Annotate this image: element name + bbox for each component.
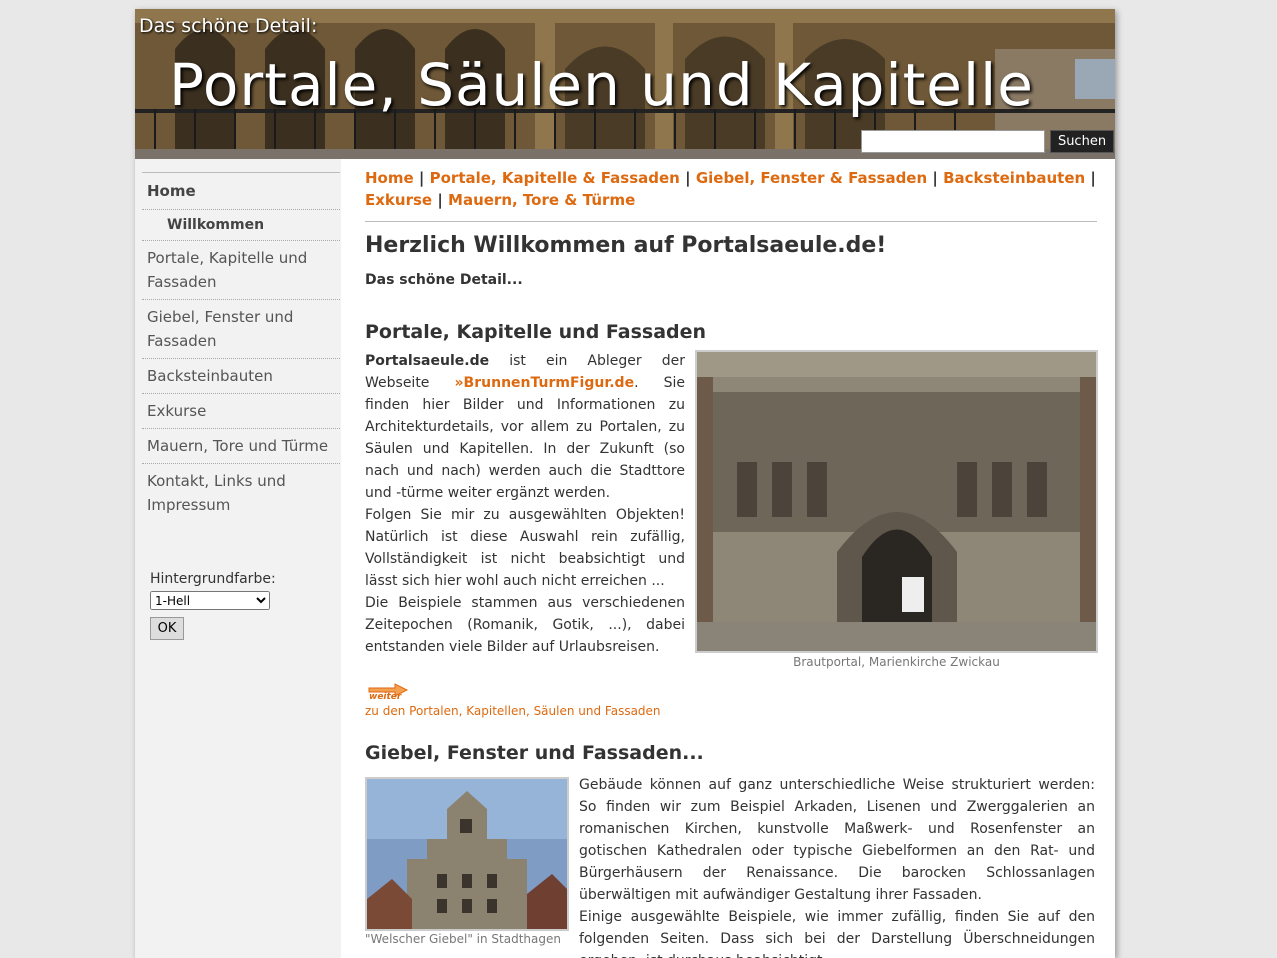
intro-text-d: Die Beispiele stammen aus verschiedenen … — [365, 595, 685, 655]
top-nav-exkurse[interactable]: Exkurse — [365, 191, 432, 209]
top-nav-portale[interactable]: Portale, Kapitelle & Fassaden — [430, 169, 680, 187]
sidebar: Home Willkommen Portale, Kapitelle und F… — [135, 159, 341, 958]
giebel-text-b: Einige ausgewählte Beispiele, wie immer … — [579, 909, 1095, 958]
brunnenturmfigur-link[interactable]: »BrunnenTurmFigur.de — [455, 375, 635, 391]
page-subtitle: Das schöne Detail... — [365, 272, 523, 288]
background-color-select[interactable]: 1-Hell — [150, 591, 270, 610]
weiter-link[interactable]: zu den Portalen, Kapitellen, Säulen und … — [365, 704, 661, 718]
background-color-ok-button[interactable]: OK — [150, 617, 184, 640]
sidebar-item-kontakt[interactable]: Kontakt, Links und Impressum — [142, 463, 340, 522]
portal-figure: Brautportal, Marienkirche Zwickau — [695, 350, 1098, 669]
section-giebel-text: Gebäude können auf ganz unterschiedliche… — [579, 774, 1095, 958]
top-nav-home[interactable]: Home — [365, 169, 414, 187]
background-color-widget: Hintergrundfarbe: 1-Hell OK — [150, 571, 276, 640]
sidebar-item-portale[interactable]: Portale, Kapitelle und Fassaden — [142, 240, 340, 299]
sidebar-item-backsteinbauten[interactable]: Backsteinbauten — [142, 358, 340, 393]
giebel-figure: "Welscher Giebel" in Stadthagen — [365, 777, 569, 946]
search-input[interactable] — [861, 130, 1045, 153]
top-nav-separator: | — [685, 169, 691, 187]
sidebar-item-giebel[interactable]: Giebel, Fenster und Fassaden — [142, 299, 340, 358]
section-portale-heading: Portale, Kapitelle und Fassaden — [365, 321, 707, 343]
intro-text-b: . Sie finden hier Bilder und Information… — [365, 375, 685, 501]
portal-image[interactable] — [695, 350, 1098, 653]
background-color-label: Hintergrundfarbe: — [150, 571, 276, 587]
sidebar-item-willkommen[interactable]: Willkommen — [142, 209, 340, 240]
search-button[interactable]: Suchen — [1050, 130, 1114, 153]
section-giebel-heading: Giebel, Fenster und Fassaden... — [365, 742, 704, 764]
header-kicker: Das schöne Detail: — [139, 15, 318, 37]
section-portale: Portale, Kapitelle und Fassaden Portalsa… — [365, 321, 1098, 669]
section-portale-text: Portalsaeule.de ist ein Ableger der Webs… — [365, 350, 685, 658]
giebel-caption: "Welscher Giebel" in Stadthagen — [365, 932, 561, 946]
weiter-label: weiter — [369, 692, 402, 702]
intro-text-c: Folgen Sie mir zu ausgewählten Objekten!… — [365, 507, 685, 589]
top-nav-separator: | — [437, 191, 443, 209]
main-content: Home | Portale, Kapitelle & Fassaden | G… — [365, 167, 1098, 958]
top-nav-mauern[interactable]: Mauern, Tore & Türme — [448, 191, 635, 209]
site-name: Portalsaeule.de — [365, 353, 490, 369]
giebel-text-a: Gebäude können auf ganz unterschiedliche… — [579, 777, 1095, 903]
top-nav-separator: | — [418, 169, 425, 187]
section-giebel: Giebel, Fenster und Fassaden... "Welsche… — [365, 742, 1097, 958]
top-nav-backsteinbauten[interactable]: Backsteinbauten — [943, 169, 1085, 187]
top-nav-separator: | — [932, 169, 938, 187]
sidebar-nav: Home Willkommen Portale, Kapitelle und F… — [142, 172, 340, 522]
sidebar-item-exkurse[interactable]: Exkurse — [142, 393, 340, 428]
giebel-photo — [367, 779, 567, 929]
portal-photo — [697, 352, 1096, 651]
top-nav-giebel[interactable]: Giebel, Fenster & Fassaden — [696, 169, 927, 187]
site-title: Portale, Säulen und Kapitelle — [169, 51, 1034, 119]
top-nav-separator: | — [1090, 169, 1096, 187]
weiter-arrow-icon[interactable]: weiter — [365, 682, 409, 702]
page-title: Herzlich Willkommen auf Portalsaeule.de! — [365, 233, 887, 258]
giebel-image[interactable] — [365, 777, 569, 931]
page: Das schöne Detail: Portale, Säulen und K… — [135, 9, 1115, 958]
top-nav: Home | Portale, Kapitelle & Fassaden | G… — [365, 167, 1097, 222]
header-banner: Das schöne Detail: Portale, Säulen und K… — [135, 9, 1115, 159]
portal-caption: Brautportal, Marienkirche Zwickau — [793, 655, 1000, 669]
weiter-block: weiter zu den Portalen, Kapitellen, Säul… — [365, 682, 661, 718]
sidebar-item-home[interactable]: Home — [142, 172, 340, 209]
sidebar-item-mauern[interactable]: Mauern, Tore und Türme — [142, 428, 340, 463]
